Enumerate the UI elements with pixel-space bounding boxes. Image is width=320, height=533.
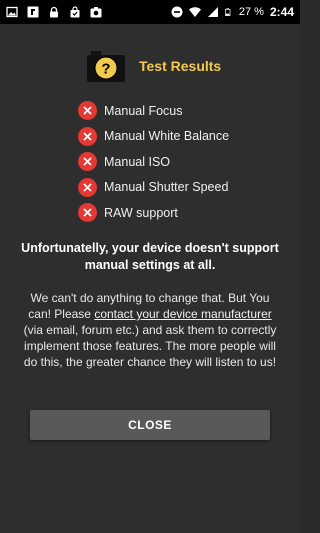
flipboard-icon bbox=[27, 6, 39, 18]
result-label: Manual Focus bbox=[104, 103, 183, 118]
error-x-icon bbox=[78, 126, 97, 146]
error-x-icon bbox=[78, 101, 97, 121]
test-results-dialog: ? Test Results Manual Focus Manual White… bbox=[0, 24, 300, 533]
svg-text:?: ? bbox=[101, 61, 110, 78]
close-button[interactable]: CLOSE bbox=[30, 410, 270, 440]
results-list: Manual Focus Manual White Balance Manual… bbox=[78, 98, 229, 226]
result-label: RAW support bbox=[104, 205, 178, 220]
result-label: Manual ISO bbox=[104, 154, 171, 169]
contact-manufacturer-link[interactable]: contact your device manufacturer bbox=[94, 307, 271, 321]
battery-percentage: 27 % bbox=[238, 6, 264, 18]
message-text: We can't do anything to change that. But… bbox=[22, 290, 278, 370]
dialog-title: Test Results bbox=[139, 58, 222, 74]
warning-text: Unfortunatelly, your device doesn't supp… bbox=[21, 241, 279, 272]
signal-icon bbox=[207, 7, 218, 17]
list-item: RAW support bbox=[78, 200, 229, 226]
lock-icon bbox=[50, 6, 58, 18]
status-bar: 27 % 2:44 bbox=[0, 0, 300, 24]
camera-question-icon: ? bbox=[87, 51, 125, 82]
list-item: Manual White Balance bbox=[78, 124, 229, 150]
system-status: 27 % 2:44 bbox=[171, 5, 294, 19]
list-item: Manual Focus bbox=[78, 98, 229, 124]
error-x-icon bbox=[78, 177, 97, 197]
wifi-icon bbox=[188, 7, 201, 17]
bag-icon bbox=[70, 6, 80, 18]
error-x-icon bbox=[78, 203, 97, 223]
battery-icon bbox=[224, 8, 231, 16]
list-item: Manual ISO bbox=[78, 149, 229, 175]
notification-icons bbox=[6, 6, 102, 18]
camera-icon bbox=[90, 7, 102, 18]
dialog-header: ? Test Results bbox=[0, 48, 300, 88]
result-label: Manual Shutter Speed bbox=[104, 180, 229, 195]
clock: 2:44 bbox=[269, 5, 294, 19]
minus-circle-icon bbox=[171, 6, 183, 18]
list-item: Manual Shutter Speed bbox=[78, 175, 229, 201]
error-x-icon bbox=[78, 152, 97, 172]
message-part-2: (via email, forum etc.) and ask them to … bbox=[23, 323, 277, 369]
gallery-icon bbox=[6, 6, 18, 18]
result-label: Manual White Balance bbox=[104, 129, 230, 144]
